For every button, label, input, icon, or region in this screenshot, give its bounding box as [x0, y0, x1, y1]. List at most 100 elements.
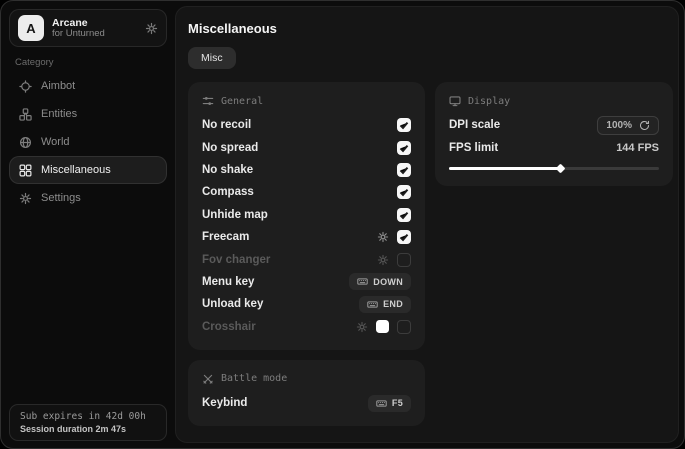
- section-card-display: Display DPI scale 100% FPS limit 144 FPS: [435, 82, 673, 186]
- setting-controls: [397, 208, 411, 222]
- checkbox[interactable]: [397, 185, 411, 199]
- session-duration-text: Session duration 2m 47s: [20, 424, 156, 434]
- select-value: 100%: [606, 120, 632, 131]
- sidebar: A Arcane for Unturned Category Aimbot Ent…: [1, 1, 174, 448]
- keybind-button[interactable]: F5: [368, 395, 411, 412]
- setting-row-unhide-map: Unhide map: [202, 204, 411, 226]
- setting-label: Crosshair: [202, 321, 256, 333]
- keyboard-icon: [376, 398, 387, 409]
- slider-fill: [449, 167, 560, 170]
- keybind-value: F5: [392, 398, 403, 408]
- section-title: Battle mode: [221, 373, 287, 384]
- monitor-icon: [449, 95, 461, 107]
- keybind-value: END: [383, 299, 403, 309]
- keybind-button[interactable]: DOWN: [349, 273, 411, 290]
- section-card-general: General No recoil No spread No shake Compass…: [188, 82, 425, 350]
- setting-row-no-spread: No spread: [202, 136, 411, 158]
- checkbox[interactable]: [397, 118, 411, 132]
- sidebar-nav: Aimbot Entities World Miscellaneous Settings: [9, 72, 167, 212]
- category-label: Category: [15, 57, 54, 68]
- checkbox[interactable]: [397, 230, 411, 244]
- setting-row-no-recoil: No recoil: [202, 114, 411, 136]
- setting-row-freecam: Freecam: [202, 226, 411, 248]
- keybind-button[interactable]: END: [359, 296, 411, 313]
- gear-icon[interactable]: [377, 231, 389, 243]
- gear-icon[interactable]: [377, 254, 389, 266]
- slider-thumb[interactable]: [555, 164, 565, 174]
- sidebar-item-label: Aimbot: [41, 80, 75, 92]
- app-title-block: Arcane for Unturned: [52, 17, 137, 40]
- column-right: Display DPI scale 100% FPS limit 144 FPS: [435, 82, 673, 196]
- sidebar-item-miscellaneous[interactable]: Miscellaneous: [9, 156, 167, 184]
- sidebar-item-entities[interactable]: Entities: [9, 100, 167, 128]
- section-title: General: [221, 96, 263, 107]
- section-title: Display: [468, 96, 510, 107]
- setting-controls: [397, 185, 411, 199]
- setting-label: No recoil: [202, 119, 251, 131]
- sidebar-item-world[interactable]: World: [9, 128, 167, 156]
- sidebar-item-label: Entities: [41, 108, 77, 120]
- setting-controls: [377, 253, 411, 267]
- setting-controls: END: [359, 296, 411, 313]
- app-name: Arcane: [52, 17, 137, 29]
- setting-row-compass: Compass: [202, 181, 411, 203]
- section-header: Display: [449, 93, 659, 107]
- section-header: Battle mode: [202, 371, 411, 385]
- gear-icon[interactable]: [145, 22, 158, 35]
- setting-label: DPI scale: [449, 119, 500, 131]
- setting-row-unload-key: Unload key END: [202, 293, 411, 315]
- gear-icon[interactable]: [356, 321, 368, 333]
- sub-expires-text: Sub expires in 42d 00h: [20, 411, 156, 422]
- page-title: Miscellaneous: [188, 21, 666, 36]
- refresh-icon: [639, 120, 650, 131]
- setting-label: Menu key: [202, 276, 254, 288]
- tab-misc[interactable]: Misc: [188, 47, 236, 69]
- grid-icon: [19, 164, 32, 177]
- gear-icon: [19, 192, 32, 205]
- setting-controls: [397, 141, 411, 155]
- setting-row-keybind: Keybind F5: [202, 392, 411, 414]
- setting-label: No shake: [202, 164, 253, 176]
- keybind-value: DOWN: [373, 277, 403, 287]
- setting-label: Unhide map: [202, 209, 268, 221]
- checkbox[interactable]: [397, 163, 411, 177]
- sidebar-item-label: Settings: [41, 192, 81, 204]
- setting-row-crosshair: Crosshair: [202, 316, 411, 338]
- setting-label: Freecam: [202, 231, 249, 243]
- dpi-scale-select[interactable]: 100%: [597, 116, 659, 135]
- sidebar-item-label: World: [41, 136, 70, 148]
- keyboard-icon: [357, 276, 368, 287]
- globe-icon: [19, 136, 32, 149]
- fps-limit-slider[interactable]: [449, 164, 659, 174]
- crosshair-icon: [19, 80, 32, 93]
- slider-value: 144 FPS: [616, 142, 659, 154]
- sliders-icon: [202, 95, 214, 107]
- color-swatch[interactable]: [376, 320, 389, 333]
- setting-row-dpi-scale: DPI scale 100%: [449, 114, 659, 136]
- main-panel: Miscellaneous Misc General No recoil No sp…: [175, 6, 679, 443]
- setting-controls: [356, 320, 411, 334]
- checkbox[interactable]: [397, 141, 411, 155]
- setting-label: Keybind: [202, 397, 247, 409]
- setting-row-menu-key: Menu key DOWN: [202, 271, 411, 293]
- setting-controls: [397, 118, 411, 132]
- sidebar-item-aimbot[interactable]: Aimbot: [9, 72, 167, 100]
- setting-controls: 100%: [597, 116, 659, 135]
- swords-icon: [202, 373, 214, 385]
- app-header-card: A Arcane for Unturned: [9, 9, 167, 47]
- checkbox[interactable]: [397, 253, 411, 267]
- checkbox[interactable]: [397, 208, 411, 222]
- column-left: General No recoil No spread No shake Compass…: [188, 82, 425, 436]
- setting-controls: DOWN: [349, 273, 411, 290]
- setting-row-fov-changer: Fov changer: [202, 248, 411, 270]
- setting-label: Unload key: [202, 298, 263, 310]
- sidebar-item-settings[interactable]: Settings: [9, 184, 167, 212]
- checkbox[interactable]: [397, 320, 411, 334]
- app-window: A Arcane for Unturned Category Aimbot Ent…: [0, 0, 685, 449]
- section-header: General: [202, 93, 411, 107]
- app-logo: A: [18, 15, 44, 41]
- content-columns: General No recoil No spread No shake Compass…: [188, 82, 666, 436]
- setting-label: FPS limit: [449, 142, 498, 154]
- setting-label: Fov changer: [202, 254, 270, 266]
- setting-controls: 144 FPS: [616, 142, 659, 154]
